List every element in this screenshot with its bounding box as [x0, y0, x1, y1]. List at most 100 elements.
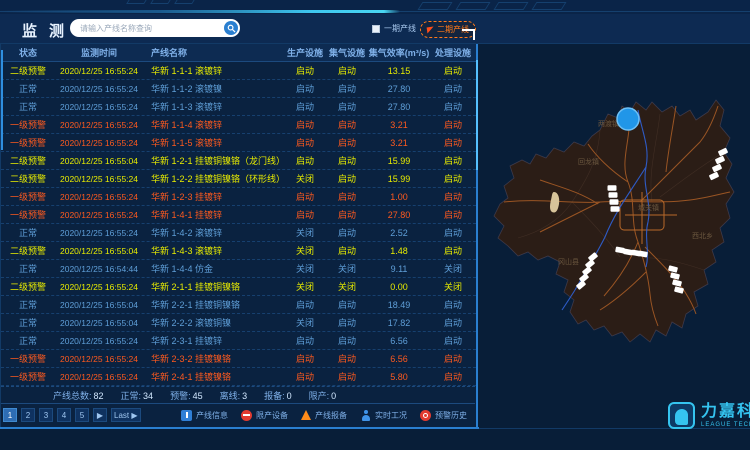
table-row[interactable]: 正常 2020/12/25 16:55:24 华新 1-1-2 滚镀镍 启动 启… — [1, 80, 476, 98]
page-button[interactable]: 2 — [21, 408, 35, 422]
table-row[interactable]: 二级预警 2020/12/25 16:55:24 华新 2-1-1 挂镀铜镍铬 … — [1, 278, 476, 296]
search-box — [70, 19, 240, 37]
cell-time: 2020/12/25 16:55:24 — [51, 228, 147, 238]
district-boundary — [494, 100, 734, 342]
table-row[interactable]: 正常 2020/12/25 16:55:24 华新 1-1-3 滚镀锌 启动 启… — [1, 98, 476, 116]
table-row[interactable]: 一级预警 2020/12/25 16:55:24 华新 1-1-4 滚镀锌 启动… — [1, 116, 476, 134]
facility-marker[interactable] — [610, 199, 619, 205]
column-header: 集气设施 — [326, 46, 368, 59]
cell-time: 2020/12/25 16:55:24 — [51, 102, 147, 112]
table-row[interactable]: 正常 2020/12/25 16:54:44 华新 1-4-4 仿金 关闭 关闭… — [1, 260, 476, 278]
cell-treatment-facility: 启动 — [430, 172, 476, 185]
cell-treatment-facility: 启动 — [430, 226, 476, 239]
table-row[interactable]: 二级预警 2020/12/25 16:55:04 华新 1-4-3 滚镀锌 关闭… — [1, 242, 476, 260]
cell-line-name: 华新 2-1-1 挂镀铜镍铬 — [147, 280, 284, 293]
cell-gas-facility: 启动 — [326, 298, 368, 311]
next-page-button[interactable]: ▶ — [93, 408, 107, 422]
map-town-label: 回龙镇 — [578, 157, 599, 166]
legend-item[interactable]: 限产设备 — [241, 410, 288, 421]
map-town-label: 冈山县 — [558, 257, 579, 266]
table-row[interactable]: 一级预警 2020/12/25 16:55:24 华新 1-2-3 挂镀锌 启动… — [1, 188, 476, 206]
cell-production-facility: 启动 — [284, 352, 326, 365]
cell-time: 2020/12/25 16:55:24 — [51, 210, 147, 220]
table-row[interactable]: 一级预警 2020/12/25 16:55:24 华新 2-3-2 挂镀镍铬 启… — [1, 350, 476, 368]
cell-status: 二级预警 — [5, 244, 51, 257]
cell-line-name: 华新 2-3-1 挂镀锌 — [147, 334, 284, 347]
cell-production-facility: 关闭 — [284, 316, 326, 329]
cell-production-facility: 关闭 — [284, 244, 326, 257]
cell-gas-facility: 启动 — [326, 244, 368, 257]
cell-time: 2020/12/25 16:55:04 — [51, 156, 147, 166]
cell-time: 2020/12/25 16:55:24 — [51, 282, 147, 292]
table-row[interactable]: 二级预警 2020/12/25 16:55:24 华新 1-2-2 挂镀铜镍铬（… — [1, 170, 476, 188]
cell-treatment-facility: 启动 — [430, 298, 476, 311]
table-row[interactable]: 二级预警 2020/12/25 16:55:04 华新 1-2-1 挂镀铜镍铬（… — [1, 152, 476, 170]
summary-item: 预警:45 — [170, 389, 203, 402]
page-button[interactable]: 3 — [39, 408, 53, 422]
cell-gas-efficiency: 3.21 — [368, 120, 430, 130]
page-title: 监测 — [22, 20, 76, 41]
cell-line-name: 华新 1-4-4 仿金 — [147, 262, 284, 275]
corner-bracket-decoration — [462, 29, 475, 40]
flag-icon — [427, 26, 435, 33]
table-row[interactable]: 二级预警 2020/12/25 16:55:24 华新 1-1-1 滚镀锌 启动… — [1, 62, 476, 80]
last-page-button[interactable]: Last ▶ — [111, 408, 141, 422]
legend-item[interactable]: 产线报备 — [301, 410, 347, 421]
cell-line-name: 华新 1-1-2 滚镀镍 — [147, 82, 284, 95]
facility-marker[interactable] — [609, 192, 618, 198]
facility-marker[interactable] — [611, 206, 620, 212]
alarm-history-icon — [420, 410, 431, 421]
cell-gas-facility: 启动 — [326, 190, 368, 203]
cell-gas-efficiency: 5.80 — [368, 372, 430, 382]
cell-gas-efficiency: 1.00 — [368, 192, 430, 202]
cell-production-facility: 关闭 — [284, 226, 326, 239]
cell-gas-efficiency: 17.82 — [368, 318, 430, 328]
scrollbar-thumb[interactable] — [476, 60, 478, 170]
top-decoration — [494, 2, 529, 10]
page-button[interactable]: 4 — [57, 408, 71, 422]
page-button[interactable]: 5 — [75, 408, 89, 422]
summary-item: 离线:3 — [220, 389, 248, 402]
phase1-checkbox[interactable]: 一期产线 — [372, 23, 416, 34]
cell-status: 正常 — [5, 334, 51, 347]
cell-line-name: 华新 1-1-5 滚镀锌 — [147, 136, 284, 149]
cell-status: 一级预警 — [5, 118, 51, 131]
search-button[interactable] — [224, 21, 238, 35]
panel-left-glow — [1, 50, 3, 150]
top-decoration — [456, 2, 491, 10]
page-button[interactable]: 1 — [3, 408, 17, 422]
cell-status: 正常 — [5, 100, 51, 113]
legend-label: 产线报备 — [315, 410, 347, 421]
table-row[interactable]: 正常 2020/12/25 16:55:24 华新 2-3-1 挂镀锌 启动 启… — [1, 332, 476, 350]
checkbox-icon — [372, 25, 380, 33]
cell-treatment-facility: 启动 — [430, 136, 476, 149]
cell-status: 正常 — [5, 262, 51, 275]
header-bar: 监测 一期产线 二期产线 — [0, 14, 750, 44]
cell-gas-efficiency: 9.11 — [368, 264, 430, 274]
table-row[interactable]: 一级预警 2020/12/25 16:55:24 华新 1-4-1 挂镀锌 启动… — [1, 206, 476, 224]
legend-label: 产线信息 — [196, 410, 228, 421]
cell-production-facility: 启动 — [284, 154, 326, 167]
table-row[interactable]: 正常 2020/12/25 16:55:04 华新 2-2-1 挂镀铜镍铬 启动… — [1, 296, 476, 314]
legend-item[interactable]: 实时工况 — [360, 410, 407, 421]
cell-treatment-facility: 启动 — [430, 334, 476, 347]
cell-gas-facility: 启动 — [326, 316, 368, 329]
legend-item[interactable]: 产线信息 — [181, 410, 228, 421]
table-row[interactable]: 正常 2020/12/25 16:55:24 华新 1-4-2 滚镀锌 关闭 启… — [1, 224, 476, 242]
cell-treatment-facility: 启动 — [430, 316, 476, 329]
facility-marker[interactable] — [608, 185, 617, 191]
cell-line-name: 华新 2-2-2 滚镀铜镍 — [147, 316, 284, 329]
cell-gas-efficiency: 1.48 — [368, 246, 430, 256]
table-row[interactable]: 正常 2020/12/25 16:55:04 华新 2-2-2 滚镀铜镍 关闭 … — [1, 314, 476, 332]
table-row[interactable]: 一级预警 2020/12/25 16:55:24 华新 1-1-5 滚镀锌 启动… — [1, 134, 476, 152]
legend-item[interactable]: 预警历史 — [420, 410, 467, 421]
map-blue-marker[interactable] — [617, 108, 639, 130]
search-input[interactable] — [70, 24, 224, 33]
cell-gas-efficiency: 27.80 — [368, 102, 430, 112]
table-row[interactable]: 一级预警 2020/12/25 16:55:24 华新 2-4-1 挂镀镍铬 启… — [1, 368, 476, 386]
cell-gas-efficiency: 13.15 — [368, 66, 430, 76]
top-decoration-strip — [0, 0, 750, 14]
cell-time: 2020/12/25 16:55:24 — [51, 354, 147, 364]
legend-label: 限产设备 — [256, 410, 288, 421]
cell-status: 一级预警 — [5, 370, 51, 383]
